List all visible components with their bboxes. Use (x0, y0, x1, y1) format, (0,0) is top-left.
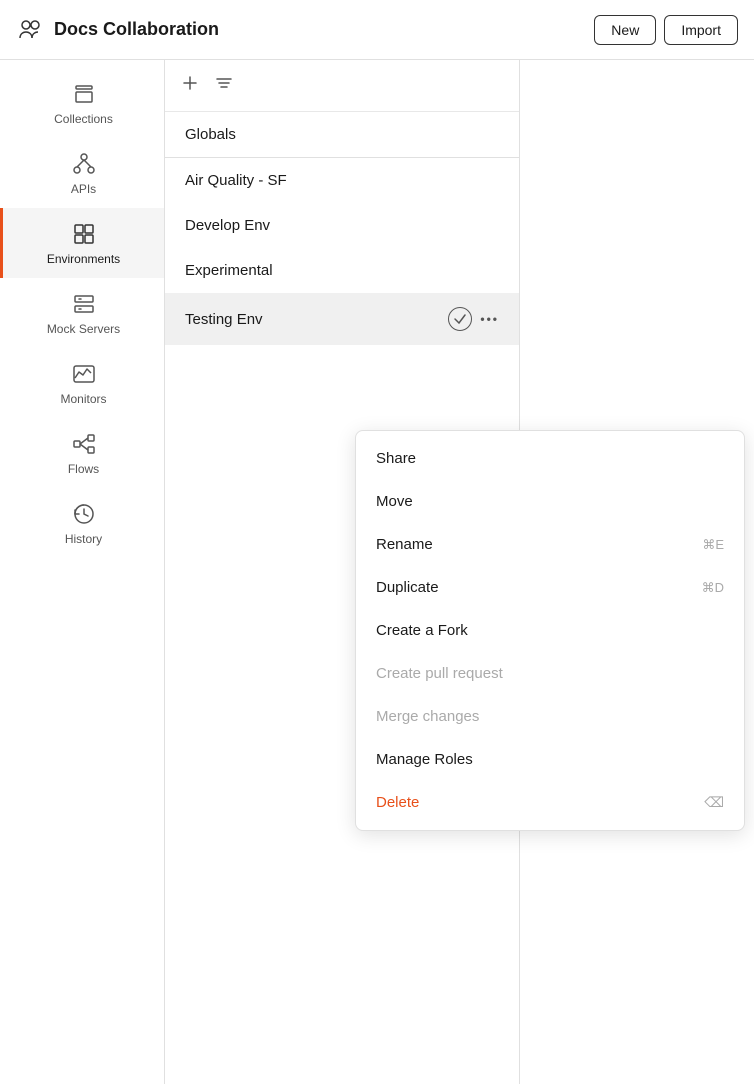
new-button[interactable]: New (594, 15, 656, 45)
sidebar-label-apis: APIs (71, 182, 96, 196)
sidebar-label-history: History (65, 532, 102, 546)
env-toolbar (165, 60, 519, 112)
menu-item-create-pull-request: Create pull request (356, 652, 744, 695)
env-item-actions: ••• (448, 307, 499, 331)
delete-keyboard-icon: ⌫ (704, 794, 724, 811)
app-header: Docs Collaboration New Import (0, 0, 754, 60)
header-left: Docs Collaboration (16, 16, 219, 44)
sidebar-label-flows: Flows (68, 462, 99, 476)
sidebar-label-monitors: Monitors (60, 392, 106, 406)
more-options-icon[interactable]: ••• (480, 312, 499, 326)
header-actions: New Import (594, 15, 738, 45)
sidebar-label-environments: Environments (47, 252, 120, 266)
menu-item-share[interactable]: Share (356, 437, 744, 480)
filter-button[interactable] (211, 70, 237, 101)
apis-icon (70, 150, 98, 178)
environment-item-air-quality[interactable]: Air Quality - SF (165, 158, 519, 203)
menu-item-delete[interactable]: Delete ⌫ (356, 781, 744, 824)
flows-icon (70, 430, 98, 458)
context-menu: Share Move Rename ⌘E Duplicate ⌘D Create… (355, 430, 745, 831)
sidebar-item-collections[interactable]: Collections (0, 68, 164, 138)
environment-item-experimental[interactable]: Experimental (165, 248, 519, 293)
sidebar-label-collections: Collections (54, 112, 113, 126)
sidebar: Collections APIs (0, 60, 165, 1084)
globals-item[interactable]: Globals (165, 112, 519, 158)
menu-item-create-fork[interactable]: Create a Fork (356, 609, 744, 652)
workspace-title: Docs Collaboration (54, 19, 219, 40)
sidebar-item-mock-servers[interactable]: Mock Servers (0, 278, 164, 348)
menu-item-move[interactable]: Move (356, 480, 744, 523)
history-icon (70, 500, 98, 528)
menu-item-rename[interactable]: Rename ⌘E (356, 523, 744, 566)
sidebar-item-history[interactable]: History (0, 488, 164, 558)
workspace-icon (16, 16, 44, 44)
sidebar-item-monitors[interactable]: Monitors (0, 348, 164, 418)
sidebar-label-mock-servers: Mock Servers (47, 322, 120, 336)
add-environment-button[interactable] (177, 70, 203, 101)
monitors-icon (70, 360, 98, 388)
menu-item-manage-roles[interactable]: Manage Roles (356, 738, 744, 781)
mock-servers-icon (70, 290, 98, 318)
sidebar-item-apis[interactable]: APIs (0, 138, 164, 208)
import-button[interactable]: Import (664, 15, 738, 45)
environment-item-develop-env[interactable]: Develop Env (165, 203, 519, 248)
main-layout: Collections APIs (0, 60, 754, 1084)
menu-item-merge-changes: Merge changes (356, 695, 744, 738)
environment-item-testing-env[interactable]: Testing Env ••• (165, 293, 519, 345)
active-check-icon (448, 307, 472, 331)
environments-icon (70, 220, 98, 248)
sidebar-item-flows[interactable]: Flows (0, 418, 164, 488)
menu-item-duplicate[interactable]: Duplicate ⌘D (356, 566, 744, 609)
collections-icon (70, 80, 98, 108)
sidebar-item-environments[interactable]: Environments (0, 208, 164, 278)
